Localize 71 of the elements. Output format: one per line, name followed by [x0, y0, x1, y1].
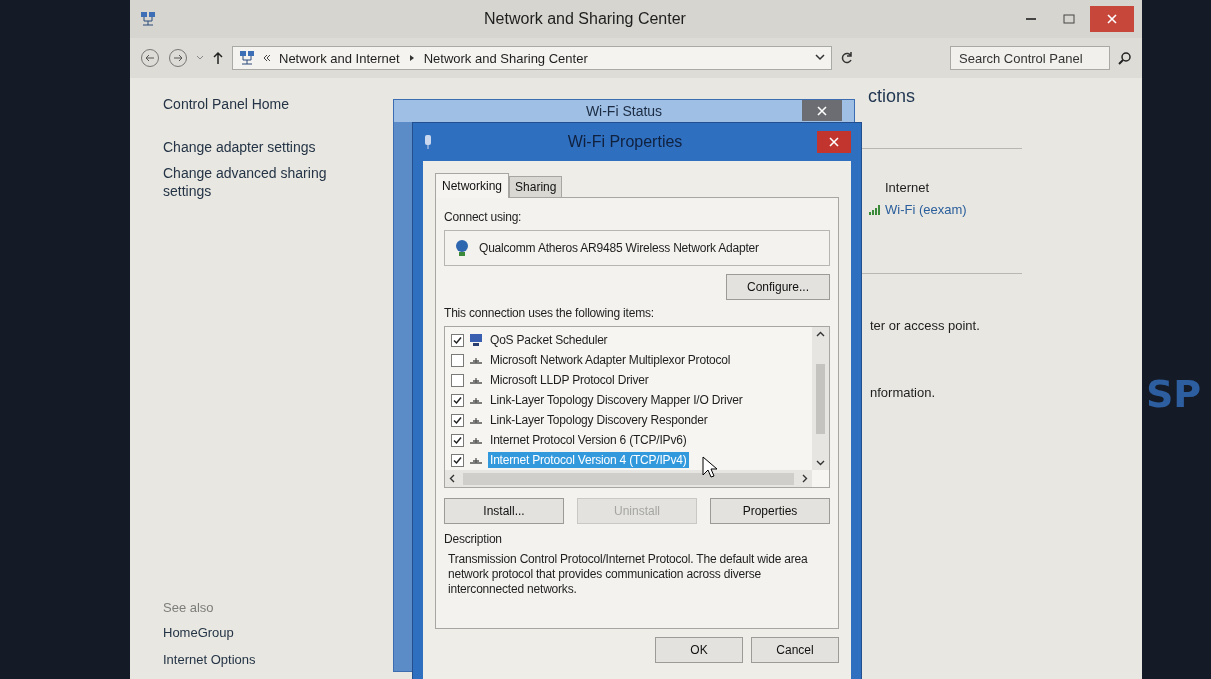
scroll-left-icon[interactable]	[449, 474, 455, 483]
see-also-link[interactable]: Internet Options	[163, 652, 380, 667]
checkbox[interactable]	[451, 453, 464, 467]
description-text: Transmission Control Protocol/Internet Protocol. The default wide area network protocol that provides communication across diverse interconnected networks.	[447, 552, 809, 597]
sidebar-link[interactable]: Change adapter settings	[163, 138, 353, 157]
signal-icon	[868, 204, 882, 215]
info-text: nformation.	[870, 385, 936, 400]
action-button[interactable]: Properties	[710, 498, 830, 524]
info-text: ter or access point.	[870, 318, 980, 333]
sidebar-link[interactable]: Change advanced sharing settings	[163, 164, 353, 201]
tab[interactable]: Sharing	[509, 176, 563, 197]
wallpaper-text: SP	[1146, 372, 1202, 416]
up-arrow-icon[interactable]	[212, 51, 224, 65]
scroll-down-icon[interactable]	[816, 460, 825, 466]
action-button[interactable]: Install...	[444, 498, 564, 524]
back-icon[interactable]	[140, 48, 160, 68]
scrollbar[interactable]	[445, 470, 812, 487]
dialog-button[interactable]: OK	[655, 637, 743, 663]
list-item[interactable]: Internet Protocol Version 6 (TCP/IPv6)	[488, 432, 689, 448]
page-heading: ctions	[868, 86, 916, 107]
checkbox[interactable]	[451, 333, 464, 347]
configure-button[interactable]: Configure...	[726, 274, 830, 300]
computer-icon	[468, 333, 484, 347]
mouse-cursor-icon	[702, 456, 718, 480]
forward-icon[interactable]	[168, 48, 188, 68]
search-field[interactable]: Search Control Panel	[950, 46, 1110, 70]
dialog-title: Wi-Fi Properties	[566, 133, 684, 151]
checkbox[interactable]	[451, 433, 464, 447]
breadcrumb-arrow-icon	[407, 54, 416, 62]
checkbox[interactable]	[451, 373, 464, 387]
list-item[interactable]: Microsoft LLDP Protocol Driver	[488, 372, 651, 388]
network-icon	[140, 11, 156, 27]
close-button[interactable]	[1090, 6, 1134, 32]
description-label: Description	[444, 532, 503, 546]
close-icon	[829, 137, 839, 147]
breadcrumb[interactable]: Network and Internet	[279, 50, 400, 66]
access-type-label: Internet	[885, 180, 930, 195]
breadcrumb[interactable]: Network and Sharing Center	[423, 50, 588, 66]
connection-link[interactable]: Wi-Fi (eexam)	[868, 202, 967, 217]
list-item[interactable]: Microsoft Network Adapter Multiplexor Protocol	[488, 352, 733, 368]
minimize-icon	[1026, 17, 1036, 21]
checkbox[interactable]	[451, 393, 464, 407]
address-field[interactable]: Network and Internet Network and Sharing Center	[232, 46, 832, 70]
items-label: This connection uses the following items:	[444, 306, 655, 320]
dialog-button[interactable]: Cancel	[751, 637, 839, 663]
search-icon[interactable]	[1118, 51, 1132, 65]
checkbox[interactable]	[451, 413, 464, 427]
scroll-up-icon[interactable]	[816, 331, 825, 337]
checkbox[interactable]	[451, 353, 464, 367]
sidebar-link[interactable]: Control Panel Home	[163, 96, 380, 112]
close-button[interactable]	[802, 100, 842, 121]
chevron-left-icon	[263, 54, 271, 62]
scrollbar[interactable]	[812, 327, 829, 470]
scroll-right-icon[interactable]	[802, 474, 808, 483]
window-title: Network and Sharing Center	[483, 10, 687, 28]
list-item[interactable]: Link-Layer Topology Discovery Mapper I/O Driver	[488, 392, 745, 408]
see-also-link[interactable]: HomeGroup	[163, 625, 380, 640]
close-icon	[1107, 14, 1117, 24]
connect-using-label: Connect using:	[444, 210, 523, 224]
network-icon	[239, 50, 255, 66]
list-item[interactable]: QoS Packet Scheduler	[488, 332, 610, 348]
list-item[interactable]: Link-Layer Topology Discovery Responder	[488, 412, 710, 428]
adapter-field: Qualcomm Atheros AR9485 Wireless Network Adapter	[444, 230, 830, 266]
see-also-heading: See also	[163, 600, 215, 615]
close-icon	[817, 105, 827, 116]
tab[interactable]: Networking	[435, 173, 510, 198]
close-button[interactable]	[817, 131, 851, 153]
dropdown-icon[interactable]	[815, 54, 825, 62]
maximize-icon	[1063, 14, 1075, 24]
dialog-title: Wi-Fi Status	[394, 100, 854, 122]
refresh-icon[interactable]	[840, 51, 854, 65]
